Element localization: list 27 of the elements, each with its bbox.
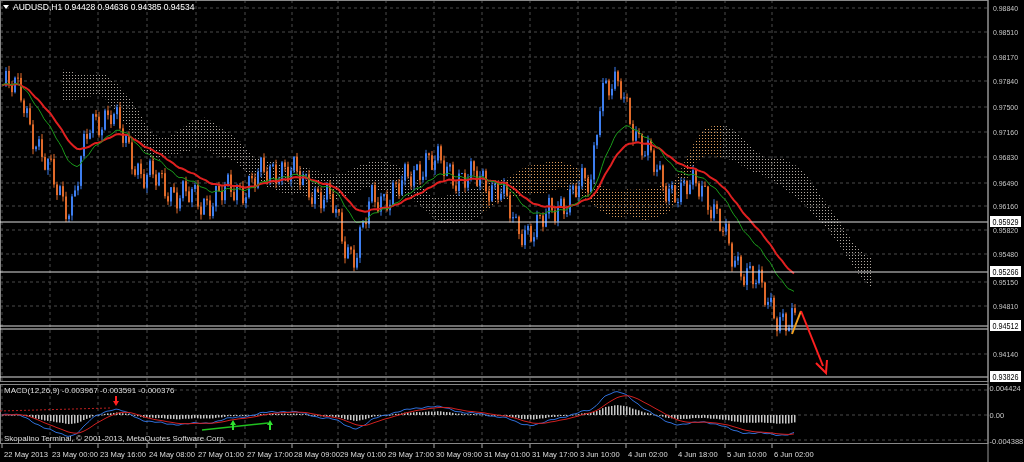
price-axis-label: 0.95150 xyxy=(993,278,1022,287)
price-level-tag: 0.93826 xyxy=(990,371,1024,382)
price-axis-label: 0.94810 xyxy=(993,302,1022,311)
copyright-text: Skopalino Terminal, © 2001-2013, MetaQuotes Software Corp. xyxy=(4,434,226,443)
price-axis-label: 0.96830 xyxy=(993,153,1022,162)
trend-line xyxy=(201,422,269,431)
forecast-arrow xyxy=(791,310,828,376)
macd-label: MACD(12,26,9) -0.003967 -0.003591 -0.000376 xyxy=(4,386,175,395)
chart-title: AUDUSD,H1 0.94428 0.94636 0.94385 0.94534 xyxy=(13,2,195,12)
price-level-tag: 0.94512 xyxy=(990,320,1024,331)
price-axis-label: 0.98170 xyxy=(993,53,1022,62)
price-axis-label: 0.96160 xyxy=(993,202,1022,211)
up-arrow-icon xyxy=(230,420,236,430)
price-axis-label: 0.94140 xyxy=(993,350,1022,359)
price-level-tag: 0.95929 xyxy=(990,216,1024,227)
price-axis-label: 0.95820 xyxy=(993,226,1022,235)
price-axis-label: 0.97160 xyxy=(993,128,1022,137)
up-arrow-icon xyxy=(267,420,273,430)
price-axis-label: 0.97500 xyxy=(993,103,1022,112)
down-arrow-icon xyxy=(113,396,119,406)
price-axis-label: 0.95480 xyxy=(993,250,1022,259)
dropdown-triangle-icon[interactable] xyxy=(3,5,9,9)
price-axis-label: 0.98840 xyxy=(993,4,1022,13)
price-axis-label: 0.96490 xyxy=(993,179,1022,188)
price-axis-label: 0.98510 xyxy=(993,28,1022,37)
price-level-tag: 0.95266 xyxy=(990,266,1024,277)
price-axis-label: 0.97840 xyxy=(993,77,1022,86)
